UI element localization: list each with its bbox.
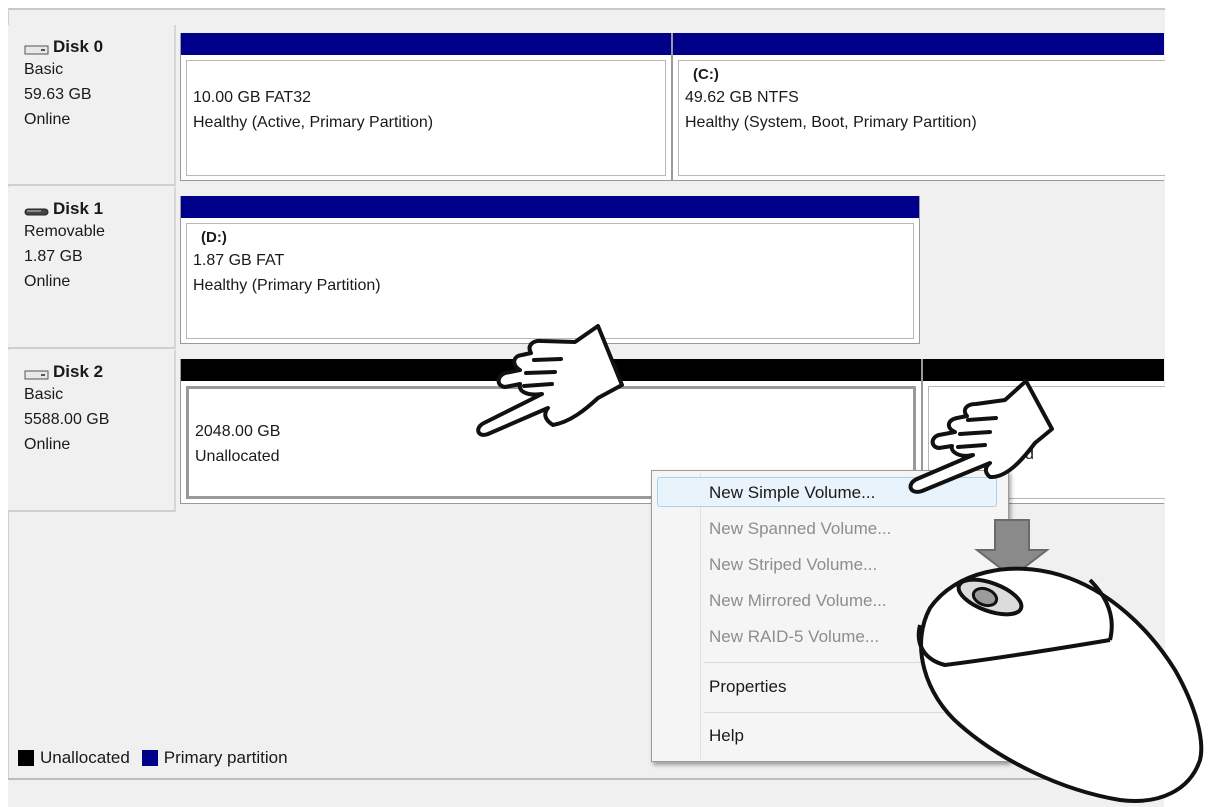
illustration-overlay: [476, 324, 1204, 803]
pointing-hand-icon: [908, 379, 1054, 494]
pointing-hand-icon: [476, 324, 624, 437]
mouse-icon: [916, 566, 1204, 803]
